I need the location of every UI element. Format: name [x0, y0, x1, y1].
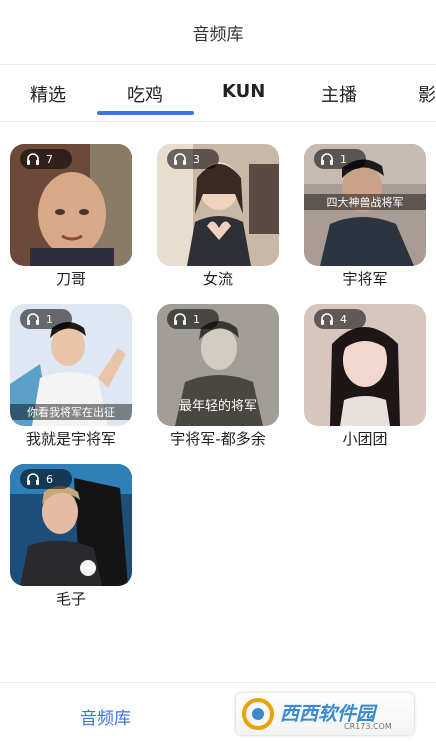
audio-thumbnail[interactable]: 6: [10, 464, 132, 586]
audio-thumbnail[interactable]: 四大神兽战将军 1: [304, 144, 426, 266]
play-count: 3: [193, 152, 200, 166]
play-count: 6: [46, 472, 53, 486]
audio-card-maozi[interactable]: 6 毛子: [10, 464, 132, 609]
audio-name[interactable]: 刀哥: [10, 268, 132, 289]
audio-card-yujiangjun-duduoyu[interactable]: 最年轻的将军 1 宇将军-都多余: [157, 304, 279, 449]
site-watermark-logo: 西西软件园 CR173.COM: [236, 693, 414, 735]
audio-name[interactable]: 毛子: [10, 588, 132, 609]
page-title: 音频库: [192, 24, 244, 45]
headphones-icon: [27, 473, 39, 485]
audio-name[interactable]: 女流: [157, 268, 279, 289]
audio-name[interactable]: 宇将军: [304, 268, 426, 289]
audio-card-dage[interactable]: 7 刀哥: [10, 144, 132, 289]
headphones-icon: [27, 313, 39, 325]
audio-thumbnail[interactable]: 7: [10, 144, 132, 266]
audio-name[interactable]: 我就是宇将军: [10, 428, 132, 449]
tab-streamers[interactable]: 主播: [321, 81, 357, 107]
headphones-icon: [321, 153, 333, 165]
play-count-badge: 4: [314, 309, 366, 329]
play-count: 1: [46, 312, 53, 326]
play-count-badge: 7: [20, 149, 72, 169]
audio-thumbnail[interactable]: 3: [157, 144, 279, 266]
tab-movies[interactable]: 影: [418, 81, 436, 107]
play-count-badge: 6: [20, 469, 72, 489]
tab-chicken[interactable]: 吃鸡: [127, 81, 163, 107]
thumbnail-caption: 你看我将军在出征: [10, 404, 132, 420]
audio-name[interactable]: 宇将军-都多余: [157, 428, 279, 449]
audio-thumbnail[interactable]: 最年轻的将军 1: [157, 304, 279, 426]
audio-thumbnail[interactable]: 4: [304, 304, 426, 426]
tab-kun[interactable]: KUN: [222, 81, 265, 102]
audio-name[interactable]: 小团团: [304, 428, 426, 449]
play-count-badge: 3: [167, 149, 219, 169]
play-count: 1: [340, 152, 347, 166]
audio-card-wojiushi-yujiangjun[interactable]: 你看我将军在出征 1 我就是宇将军: [10, 304, 132, 449]
headphones-icon: [174, 313, 186, 325]
audio-thumbnail[interactable]: 你看我将军在出征 1: [10, 304, 132, 426]
thumbnail-caption: 四大神兽战将军: [304, 194, 426, 210]
tab-active-indicator: [97, 111, 194, 115]
headphones-icon: [27, 153, 39, 165]
audio-card-nvliu[interactable]: 3 女流: [157, 144, 279, 289]
audio-card-yujiangjun[interactable]: 四大神兽战将军 1 宇将军: [304, 144, 426, 289]
nav-item-audio-library[interactable]: 音频库: [80, 704, 131, 729]
headphones-icon: [321, 313, 333, 325]
tab-featured[interactable]: 精选: [30, 81, 66, 107]
play-count-badge: 1: [20, 309, 72, 329]
audio-card-xiaotuantuan[interactable]: 4 小团团: [304, 304, 426, 449]
app-header: 音频库: [0, 0, 436, 65]
watermark-site: CR173.COM: [344, 722, 392, 731]
play-count: 7: [46, 152, 53, 166]
category-tabs: 精选 吃鸡 KUN 主播 影: [0, 65, 436, 122]
play-count-badge: 1: [314, 149, 366, 169]
thumbnail-caption: 最年轻的将军: [178, 399, 257, 414]
play-count-badge: 1: [167, 309, 219, 329]
play-count: 4: [340, 312, 347, 326]
headphones-icon: [174, 153, 186, 165]
play-count: 1: [193, 312, 200, 326]
